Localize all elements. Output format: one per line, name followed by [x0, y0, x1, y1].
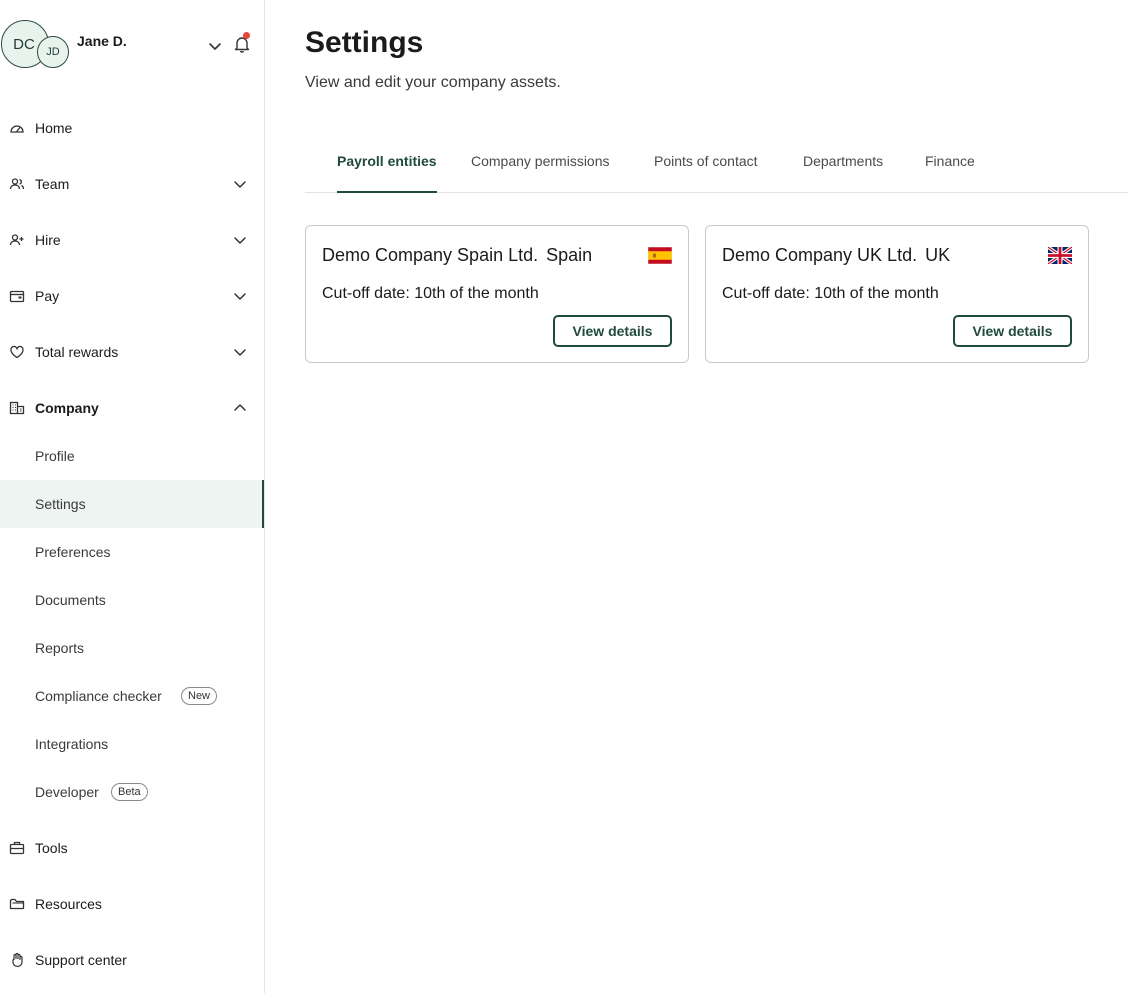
folder-icon	[9, 898, 25, 910]
tab-finance[interactable]: Finance	[925, 130, 975, 192]
sidebar: DC JD Jane D. Home Team Hire Pay Total r…	[0, 0, 265, 993]
sidebar-item-label: Home	[35, 120, 73, 136]
sidebar-item-company[interactable]: Company	[0, 384, 264, 432]
user-avatar: JD	[37, 36, 69, 68]
sidebar-subitem-label: Documents	[35, 592, 106, 608]
sidebar-subitem-documents[interactable]: Documents	[0, 576, 264, 624]
entity-country: UK	[925, 245, 951, 265]
tab-points-of-contact[interactable]: Points of contact	[654, 130, 758, 192]
page-subtitle: View and edit your company assets.	[305, 74, 561, 91]
settings-tabs: Payroll entities Company permissions Poi…	[305, 130, 1128, 193]
sidebar-item-total-rewards[interactable]: Total rewards	[0, 328, 264, 376]
sidebar-item-pay[interactable]: Pay	[0, 272, 264, 320]
chevron-down-icon	[234, 237, 246, 244]
spain-flag-icon	[648, 247, 672, 264]
chevron-down-icon[interactable]	[207, 38, 223, 54]
sidebar-subitem-label: Developer	[35, 784, 99, 800]
user-name: Jane D.	[77, 33, 127, 49]
heart-icon	[10, 345, 24, 359]
sidebar-subitem-label: Profile	[35, 448, 75, 464]
chevron-down-icon	[234, 349, 246, 356]
sidebar-subitem-label: Reports	[35, 640, 85, 656]
sidebar-subitem-preferences[interactable]: Preferences	[0, 528, 264, 576]
page-title: Settings	[305, 26, 424, 59]
payroll-entity-card: Demo Company Spain Ltd. Spain Cut-off dat…	[305, 225, 689, 363]
sidebar-item-team[interactable]: Team	[0, 160, 264, 208]
sidebar-item-hire[interactable]: Hire	[0, 216, 264, 264]
entity-name: Demo Company Spain Ltd.	[322, 245, 539, 265]
sidebar-item-label: Team	[35, 176, 70, 192]
entity-title: Demo Company Spain Ltd. Spain	[322, 245, 592, 266]
sidebar-subitem-reports[interactable]: Reports	[0, 624, 264, 672]
sidebar-subitem-label: Preferences	[35, 544, 111, 560]
sidebar-item-label: Pay	[35, 288, 60, 304]
sidebar-item-label: Resources	[35, 896, 102, 912]
sidebar-subitem-profile[interactable]: Profile	[0, 432, 264, 480]
sidebar-item-label: Tools	[35, 840, 68, 856]
tab-payroll-entities[interactable]: Payroll entities	[337, 130, 437, 193]
building-icon	[9, 401, 25, 415]
new-badge: New	[181, 687, 218, 705]
gauge-icon	[10, 125, 24, 133]
sidebar-subitem-label: Integrations	[35, 736, 109, 752]
view-details-button[interactable]: View details	[953, 315, 1072, 347]
sidebar-item-label: Company	[35, 400, 99, 416]
sidebar-item-label: Hire	[35, 232, 61, 248]
chevron-down-icon	[234, 181, 246, 188]
sidebar-subitem-compliance-checker[interactable]: Compliance checker New	[0, 672, 264, 720]
entity-country: Spain	[546, 245, 593, 265]
sidebar-subitem-label: Settings	[35, 496, 86, 512]
entity-cutoff-date: Cut-off date: 10th of the month	[322, 285, 539, 302]
sidebar-item-home[interactable]: Home	[0, 104, 264, 152]
sidebar-item-label: Total rewards	[35, 344, 119, 360]
entity-title: Demo Company UK Ltd. UK	[722, 245, 950, 266]
sidebar-item-tools[interactable]: Tools	[0, 824, 264, 872]
user-plus-icon	[9, 234, 24, 246]
sidebar-subitem-label: Compliance checker	[35, 688, 162, 704]
uk-flag-icon	[1048, 247, 1072, 264]
sidebar-subitem-integrations[interactable]: Integrations	[0, 720, 264, 768]
users-icon	[9, 178, 25, 190]
notification-dot	[243, 32, 250, 39]
briefcase-icon	[9, 841, 25, 855]
entity-cutoff-date: Cut-off date: 10th of the month	[722, 285, 939, 302]
sidebar-item-support-center[interactable]: Support center	[0, 936, 264, 984]
sidebar-subitem-settings[interactable]: Settings	[0, 480, 264, 528]
chevron-up-icon	[234, 404, 246, 411]
payroll-entity-card: Demo Company UK Ltd. UK Cut-off date: 10t…	[705, 225, 1089, 363]
tab-departments[interactable]: Departments	[803, 130, 883, 192]
entity-name: Demo Company UK Ltd.	[722, 245, 918, 265]
sidebar-item-label: Support center	[35, 952, 127, 968]
beta-badge: Beta	[111, 783, 148, 801]
wallet-icon	[9, 290, 25, 303]
view-details-button[interactable]: View details	[553, 315, 672, 347]
tab-company-permissions[interactable]: Company permissions	[471, 130, 610, 192]
sidebar-item-resources[interactable]: Resources	[0, 880, 264, 928]
sidebar-subitem-developer[interactable]: Developer Beta	[0, 768, 264, 816]
user-menu[interactable]: DC JD Jane D.	[0, 0, 264, 90]
chevron-down-icon	[234, 293, 246, 300]
hand-icon	[12, 952, 23, 968]
